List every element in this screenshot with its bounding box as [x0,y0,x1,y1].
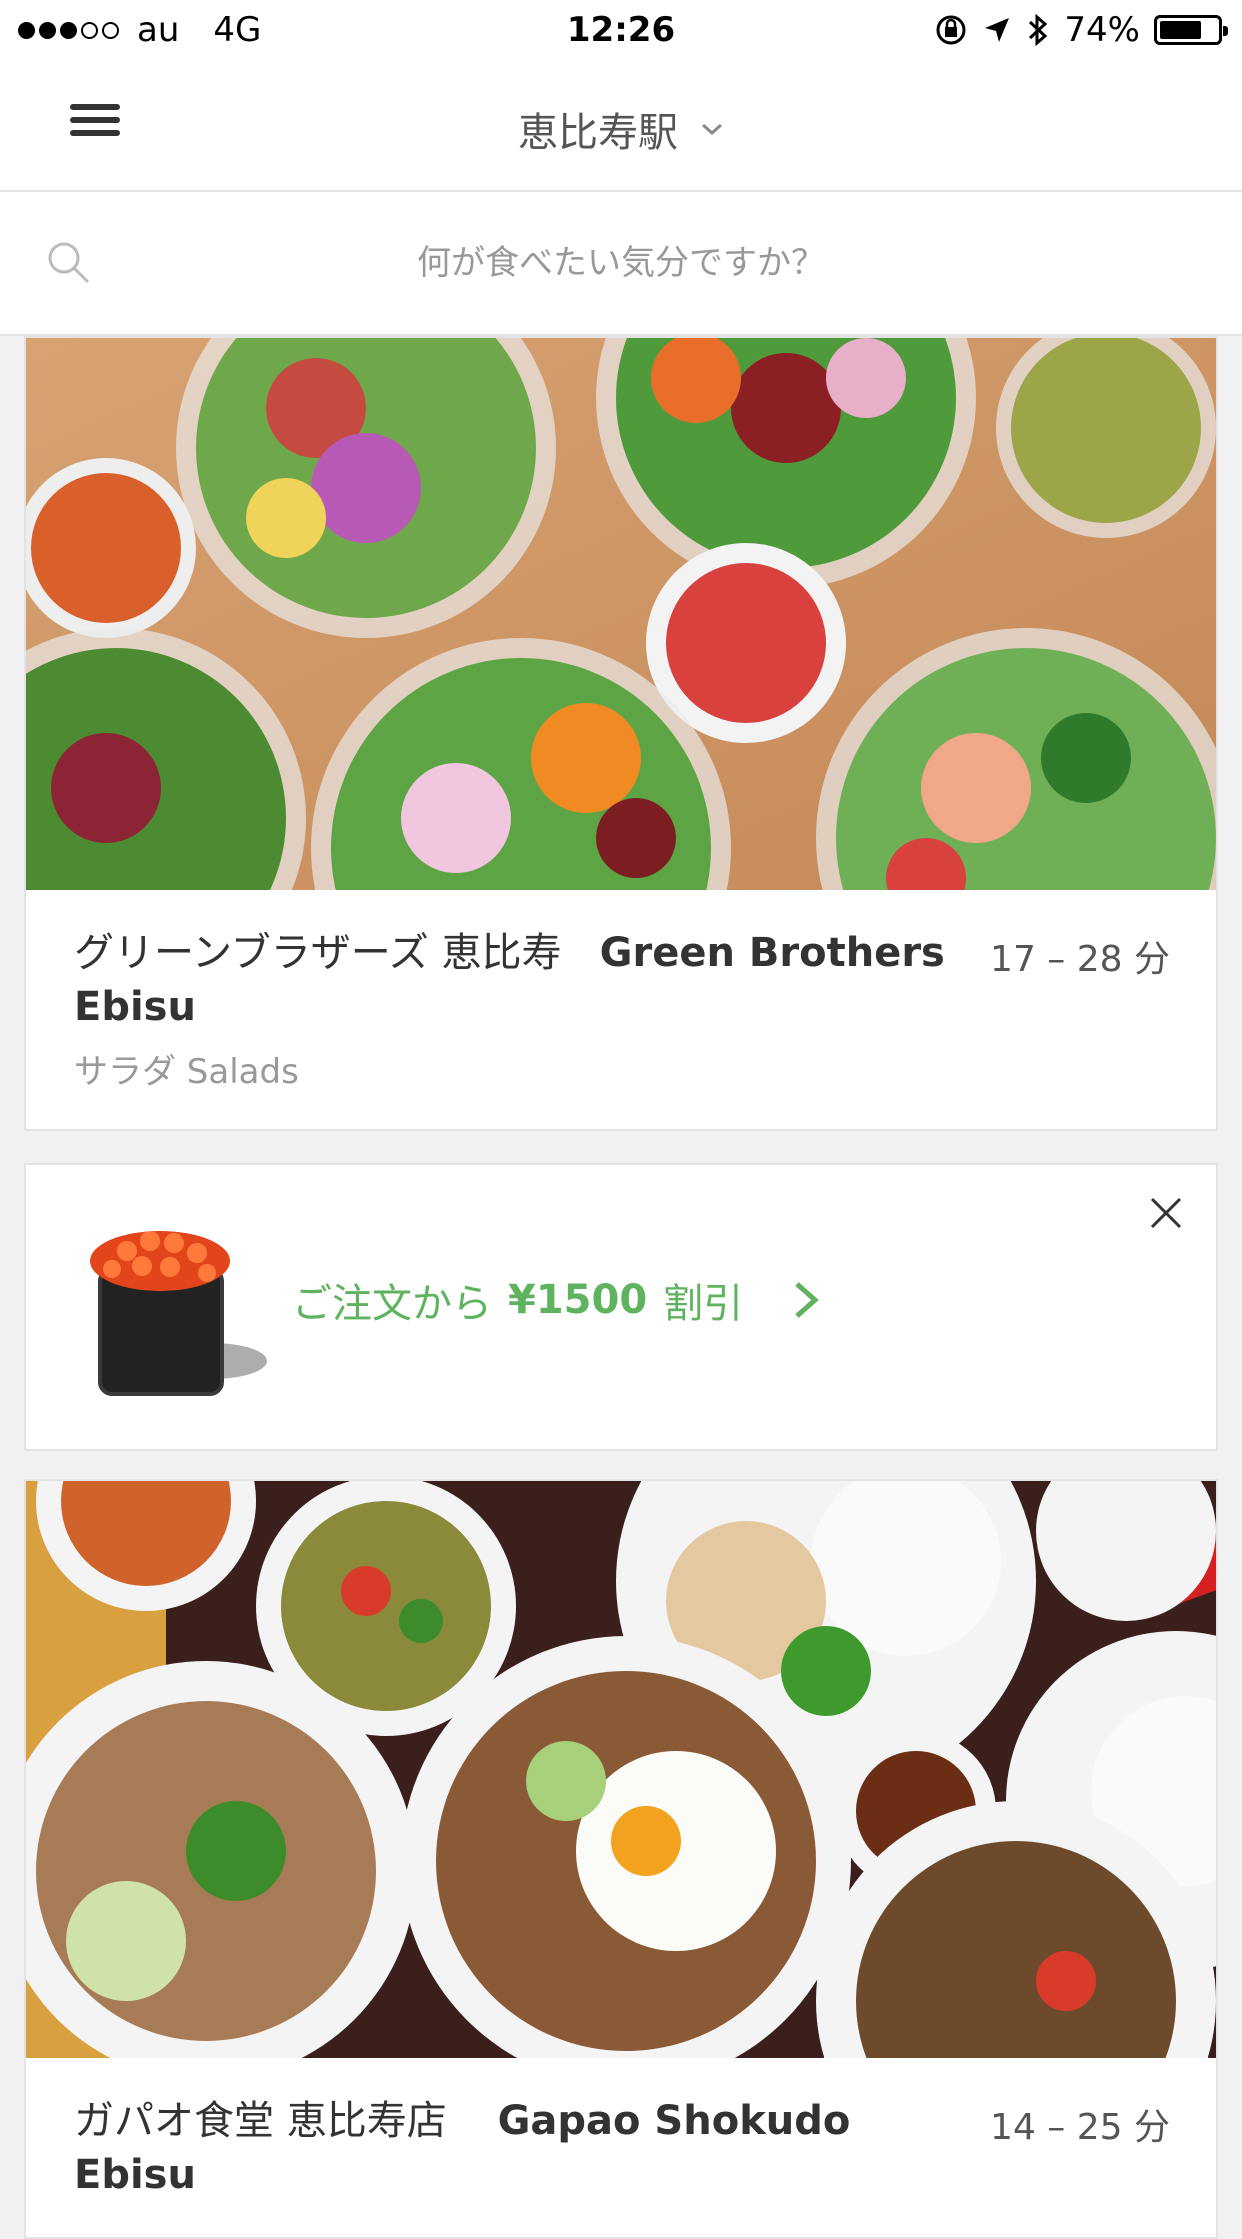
bluetooth-icon [1029,13,1048,47]
restaurant-image [26,338,1216,890]
search-bar [0,192,1242,336]
promo-text: ご注文から ¥1500 割引 [292,1271,823,1329]
search-icon [48,242,90,284]
search-input[interactable] [110,232,1132,294]
promo-amount: ¥1500 [508,1277,648,1323]
delivery-time: 14 – 25 分 [990,2107,1170,2148]
restaurant-image [26,1481,1216,2058]
delivery-time: 17 – 28 分 [990,939,1170,980]
promo-suffix: 割引 [663,1281,744,1327]
close-icon[interactable] [1146,1193,1186,1233]
location-selector[interactable]: 恵比寿駅 [0,100,1242,158]
rotation-lock-icon [936,15,966,45]
restaurant-name: グリーンブラザーズ 恵比寿 Green Brothers Ebisu [74,926,954,1034]
battery-icon [1154,15,1228,45]
promo-banner[interactable]: ご注文から ¥1500 割引 [24,1163,1218,1451]
restaurant-category: サラダ Salads [74,1052,299,1092]
status-bar: au 4G 12:26 74% [0,0,1242,62]
restaurant-name: ガパオ食堂 恵比寿店 Gapao Shokudo Ebisu [74,2094,954,2202]
chevron-down-icon [702,123,722,136]
location-label: 恵比寿駅 [518,110,678,156]
promo-prefix: ご注文から [292,1281,492,1327]
restaurant-name-ja: ガパオ食堂 恵比寿店 [74,2098,447,2144]
restaurant-card[interactable]: ガパオ食堂 恵比寿店 Gapao Shokudo Ebisu 14 – 25 分 [24,1479,1218,2239]
chevron-right-icon [795,1282,819,1318]
restaurant-card[interactable]: グリーンブラザーズ 恵比寿 Green Brothers Ebisu 17 – … [24,336,1218,1131]
restaurant-info: ガパオ食堂 恵比寿店 Gapao Shokudo Ebisu 14 – 25 分 [26,2058,1216,2238]
battery-percent: 74% [1064,10,1140,50]
app-header: 恵比寿駅 [0,62,1242,192]
status-right: 74% [934,10,1228,50]
restaurant-info: グリーンブラザーズ 恵比寿 Green Brothers Ebisu 17 – … [26,890,1216,1129]
location-arrow-icon [985,18,1010,42]
restaurant-name-ja: グリーンブラザーズ 恵比寿 [74,930,562,976]
sushi-icon [90,1231,267,1396]
